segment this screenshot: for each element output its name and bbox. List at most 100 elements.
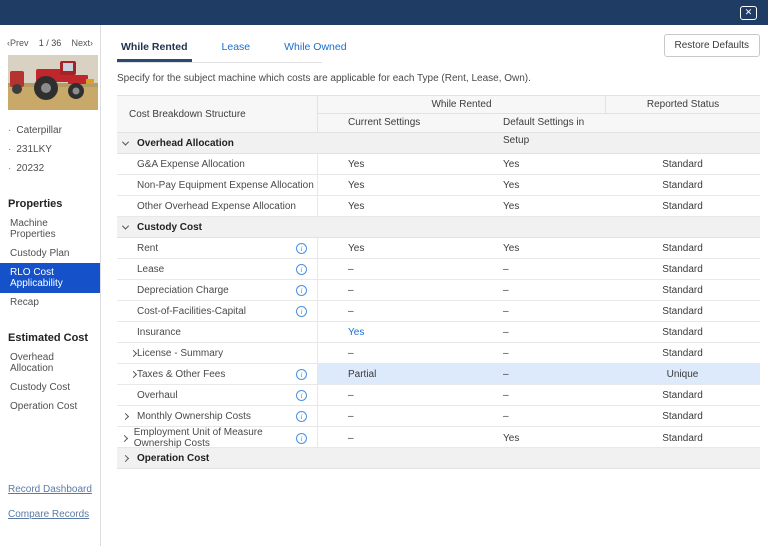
row-label-cell: License - Summary i: [117, 343, 318, 363]
sidebar-item-custody-plan[interactable]: Custody Plan: [0, 244, 100, 263]
tab-lease[interactable]: Lease: [218, 34, 255, 62]
table-row[interactable]: Taxes & Other Fees i Partial – Unique: [117, 364, 760, 385]
row-label: Depreciation Charge: [137, 284, 229, 296]
reported-status-value: Standard: [662, 410, 703, 422]
machine-attributes: · Caterpillar · 231LKY · 20232: [8, 121, 100, 178]
close-icon[interactable]: ✕: [740, 5, 757, 20]
table-row[interactable]: G&A Expense Allocation i Yes Yes Standar…: [117, 154, 760, 175]
row-label: Other Overhead Expense Allocation: [137, 200, 296, 212]
sidebar-item-rlo-cost-applicability[interactable]: RLO Cost Applicability: [0, 263, 100, 293]
expand-chevron-icon[interactable]: [121, 412, 130, 420]
default-settings-value: –: [503, 284, 509, 296]
row-label-cell: Non-Pay Equipment Expense Allocation i: [117, 175, 318, 195]
row-label-cell: G&A Expense Allocation i: [117, 154, 318, 174]
default-settings-value: –: [503, 389, 509, 401]
expand-chevron-icon[interactable]: [121, 222, 130, 230]
current-settings-value: Partial: [318, 364, 473, 384]
sidebar-item-operation-cost[interactable]: Operation Cost: [0, 397, 100, 416]
column-header-default-settings: Default Settings in Setup: [503, 117, 585, 146]
table-row[interactable]: Monthly Ownership Costs i – – Standard: [117, 406, 760, 427]
table-body: Overhead Allocation i G&A Expense Alloca…: [117, 133, 760, 469]
restore-defaults-button[interactable]: Restore Defaults: [663, 34, 760, 57]
table-row[interactable]: Custody Cost i: [117, 217, 760, 238]
reported-status-value: Standard: [662, 158, 703, 170]
tab-strip: While Rented Lease While Owned: [117, 34, 347, 63]
info-icon[interactable]: i: [296, 242, 307, 254]
default-settings-value: Yes: [503, 242, 520, 254]
info-icon[interactable]: i: [296, 284, 307, 296]
table-row[interactable]: License - Summary i – – Standard: [117, 343, 760, 364]
record-dashboard-link[interactable]: Record Dashboard: [8, 484, 100, 495]
column-header-cost-breakdown: Cost Breakdown Structure: [117, 96, 318, 132]
default-settings-value: –: [503, 305, 509, 317]
machine-photo: [8, 55, 98, 110]
sidebar-heading-estimated-cost: Estimated Cost: [8, 332, 89, 344]
row-label: Overhaul: [137, 389, 178, 401]
tab-while-owned[interactable]: While Owned: [280, 34, 350, 62]
row-label-cell: Custody Cost i: [117, 217, 760, 237]
cost-applicability-table: Cost Breakdown Structure While Rented Re…: [117, 95, 760, 469]
current-settings-value: –: [348, 389, 354, 401]
table-row[interactable]: Operation Cost i: [117, 448, 760, 469]
row-label: Monthly Ownership Costs: [137, 410, 251, 422]
reported-status-value: Standard: [662, 305, 703, 317]
page-description: Specify for the subject machine which co…: [117, 73, 531, 84]
sidebar-item-machine-properties[interactable]: Machine Properties: [0, 214, 100, 244]
tab-while-rented[interactable]: While Rented: [117, 34, 192, 62]
table-row[interactable]: Overhaul i – – Standard: [117, 385, 760, 406]
table-row[interactable]: Overhead Allocation i: [117, 133, 760, 154]
reported-status-value: Standard: [662, 263, 703, 275]
main-panel: While Rented Lease While Owned Restore D…: [101, 25, 768, 546]
info-icon[interactable]: i: [296, 305, 307, 317]
table-row[interactable]: Employment Unit of Measure Ownership Cos…: [117, 427, 760, 449]
reported-status-value: Standard: [662, 326, 703, 338]
sidebar-heading-properties: Properties: [8, 198, 63, 210]
sidebar-item-custody-cost[interactable]: Custody Cost: [0, 378, 100, 397]
current-settings-value: –: [348, 305, 354, 317]
row-label: Custody Cost: [137, 221, 202, 233]
table-row[interactable]: Depreciation Charge i – – Standard: [117, 280, 760, 301]
current-settings-value: –: [348, 347, 354, 359]
info-icon[interactable]: i: [296, 389, 307, 401]
table-row[interactable]: Rent i Yes Yes Standard: [117, 238, 760, 259]
prev-button[interactable]: ‹Prev: [7, 38, 29, 48]
sidebar-item-recap[interactable]: Recap: [0, 293, 100, 312]
expand-chevron-icon[interactable]: [121, 454, 130, 462]
current-settings-value: Yes: [348, 242, 365, 254]
reported-status-value: Standard: [662, 200, 703, 212]
compare-records-link[interactable]: Compare Records: [8, 509, 100, 520]
table-row[interactable]: Insurance i Yes – Standard: [117, 322, 760, 343]
sidebar: ‹Prev 1 / 36 Next› · Caterpillar · 231LK…: [0, 25, 101, 546]
row-label-cell: Depreciation Charge i: [117, 280, 318, 300]
info-icon[interactable]: i: [296, 432, 307, 444]
sidebar-item-overhead-allocation[interactable]: Overhead Allocation: [0, 348, 100, 378]
reported-status-value: Standard: [662, 284, 703, 296]
row-label: Overhead Allocation: [137, 137, 234, 149]
column-header-empty: [605, 114, 760, 132]
table-row[interactable]: Cost-of-Facilities-Capital i – – Standar…: [117, 301, 760, 322]
row-label-cell: Insurance i: [117, 322, 318, 342]
default-settings-value: Yes: [503, 432, 520, 444]
row-label: Non-Pay Equipment Expense Allocation: [137, 179, 314, 191]
column-header-current-settings: Current Settings: [348, 117, 421, 128]
title-bar: ✕: [0, 0, 768, 25]
expand-chevron-icon[interactable]: [121, 138, 130, 146]
reported-status-value: Standard: [662, 347, 703, 359]
default-settings-value: Yes: [503, 200, 520, 212]
info-icon[interactable]: i: [296, 263, 307, 275]
table-row[interactable]: Non-Pay Equipment Expense Allocation i Y…: [117, 175, 760, 196]
info-icon[interactable]: i: [296, 368, 307, 380]
expand-chevron-icon[interactable]: [121, 434, 129, 442]
row-label-cell: Overhaul i: [117, 385, 318, 405]
bullet-icon: ·: [8, 163, 12, 174]
current-settings-value: Yes: [348, 158, 365, 170]
default-settings-value: Yes: [503, 158, 520, 170]
expand-chevron-icon[interactable]: [129, 349, 137, 357]
row-label-cell: Lease i: [117, 259, 318, 279]
list-item: · 20232: [8, 159, 100, 178]
expand-chevron-icon[interactable]: [129, 370, 137, 378]
table-row[interactable]: Lease i – – Standard: [117, 259, 760, 280]
table-row[interactable]: Other Overhead Expense Allocation i Yes …: [117, 196, 760, 217]
info-icon[interactable]: i: [296, 410, 307, 422]
next-button[interactable]: Next›: [71, 38, 93, 48]
